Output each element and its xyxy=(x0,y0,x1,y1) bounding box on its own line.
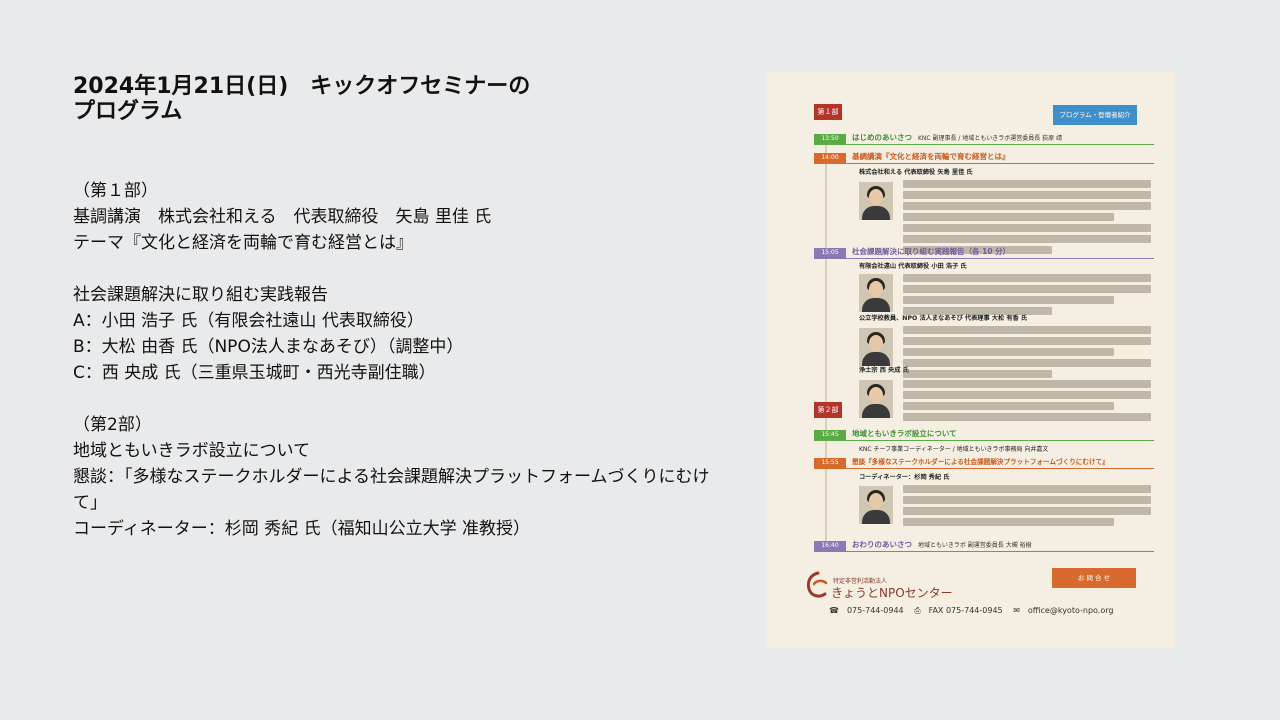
part2-tag: 第２部 xyxy=(814,402,842,418)
keynote-line: 基調講演 株式会社和える 代表取締役 矢島 里佳 氏 xyxy=(73,207,492,227)
part2-heading: （第2部） xyxy=(73,415,152,435)
part1-tag: 第１部 xyxy=(814,104,842,120)
email: office@kyoto-npo.org xyxy=(1027,606,1114,615)
divider xyxy=(814,440,1154,441)
divider xyxy=(814,258,1154,259)
program-flyer: 第１部 プログラム・登壇者紹介 13:50 はじめのあいさつ KNC 副理事長 /… xyxy=(767,72,1175,648)
speaker-photo xyxy=(859,274,893,312)
discussion-coordinator: コーディネーター：杉岡 秀紀 氏 xyxy=(859,474,950,481)
keynote-speaker: 株式会社和える 代表取締役 矢島 里佳 氏 xyxy=(859,169,973,176)
theme-line: テーマ『文化と経済を両輪で育む経営とは』 xyxy=(73,233,413,253)
reports-heading-flyer: 社会課題解決に取り組む実践報告（各 10 分） xyxy=(852,247,1011,256)
report-b: B：大松 由香 氏（NPO法人まなあそび）（調整中） xyxy=(73,337,464,357)
opening-title: はじめのあいさつ xyxy=(852,133,912,142)
speaker-bio xyxy=(903,380,1151,424)
mail-icon: ✉ xyxy=(1013,606,1020,615)
closing-title: おわりのあいさつ xyxy=(852,540,912,549)
speaker-bio xyxy=(903,485,1151,529)
timeline-line xyxy=(825,134,827,548)
closing-heading: おわりのあいさつ 地域ともいきラボ 副運営委員長 大槻 裕樹 xyxy=(852,540,1032,551)
discussion-heading: 懇談『多様なステークホルダーによる社会課題解決プラットフォームづくりにむけて』 xyxy=(852,458,1109,466)
report-a: A：小田 浩子 氏（有限会社遠山 代表取締役） xyxy=(73,311,424,331)
fax: FAX 075-744-0945 xyxy=(928,606,1003,615)
time-1640: 16:40 xyxy=(814,541,846,551)
program-text: （第１部） 基調講演 株式会社和える 代表取締役 矢島 里佳 氏 テーマ『文化と… xyxy=(73,178,733,542)
reports-heading: 社会課題解決に取り組む実践報告 xyxy=(73,285,328,305)
program-badge: プログラム・登壇者紹介 xyxy=(1053,105,1137,125)
speaker-photo xyxy=(859,380,893,418)
opening-speaker: KNC 副理事長 / 地域ともいきラボ運営委員長 荻原 靖 xyxy=(918,135,1063,142)
coordinator-line: コーディネーター：杉岡 秀紀 氏（福知山公立大学 准教授） xyxy=(73,519,531,539)
time-1555: 15:55 xyxy=(814,458,846,468)
part1-heading: （第１部） xyxy=(73,181,158,201)
report-b-speaker: 公立学校教員、NPO 法人まなあそび 代表理事 大松 有香 氏 xyxy=(859,315,1028,322)
contact-info: ☎ 075-744-0944 ⎙ FAX 075-744-0945 ✉ office@… xyxy=(829,606,1121,616)
org-logo-icon xyxy=(806,571,828,598)
divider xyxy=(814,163,1154,164)
fax-icon: ⎙ xyxy=(914,606,921,615)
discussion-line: 懇談：「多様なステークホルダーによる社会課題解決プラットフォームづくりにむけて」 xyxy=(73,467,710,513)
report-c-speaker: 浄土宗 西 央成 氏 xyxy=(859,367,909,374)
time-1505: 15:05 xyxy=(814,248,846,258)
title-line-1: 2024年1月21日(日) キックオフセミナーの xyxy=(73,74,531,99)
lab-speaker: KNC チーフ事業コーディネーター / 地域ともいきラボ事務局 向井嘉文 xyxy=(859,446,1049,453)
report-c: C：西 央成 氏（三重県玉城町・西光寺副住職） xyxy=(73,363,436,383)
divider xyxy=(814,468,1154,469)
report-a-speaker: 有限会社遠山 代表取締役 小田 浩子 氏 xyxy=(859,263,967,270)
divider xyxy=(814,144,1154,145)
time-1350: 13:50 xyxy=(814,134,846,144)
time-1400: 14:00 xyxy=(814,153,846,163)
closing-speaker: 地域ともいきラボ 副運営委員長 大槻 裕樹 xyxy=(918,542,1032,549)
tel: 075-744-0944 xyxy=(846,606,904,615)
title-line-2: プログラム xyxy=(73,99,183,124)
phone-icon: ☎ xyxy=(829,606,839,615)
speaker-photo xyxy=(859,486,893,524)
speaker-photo xyxy=(859,328,893,366)
divider xyxy=(814,551,1154,552)
contact-label: お 問 合 せ xyxy=(1052,568,1136,588)
time-1545: 15:45 xyxy=(814,430,846,440)
speaker-photo xyxy=(859,182,893,220)
org-name: きょうとNPOセンター xyxy=(831,586,953,600)
keynote-heading: 基調講演『文化と経済を両輪で育む経営とは』 xyxy=(852,152,1010,161)
lab-line: 地域ともいきラボ設立について xyxy=(73,441,311,461)
opening-heading: はじめのあいさつ KNC 副理事長 / 地域ともいきラボ運営委員長 荻原 靖 xyxy=(852,133,1062,144)
slide-title: 2024年1月21日(日) キックオフセミナーの プログラム xyxy=(73,74,673,124)
lab-heading: 地域ともいきラボ設立について xyxy=(852,429,957,438)
speaker-bio xyxy=(903,326,1151,381)
speaker-bio xyxy=(903,274,1151,318)
speaker-bio xyxy=(903,180,1151,257)
